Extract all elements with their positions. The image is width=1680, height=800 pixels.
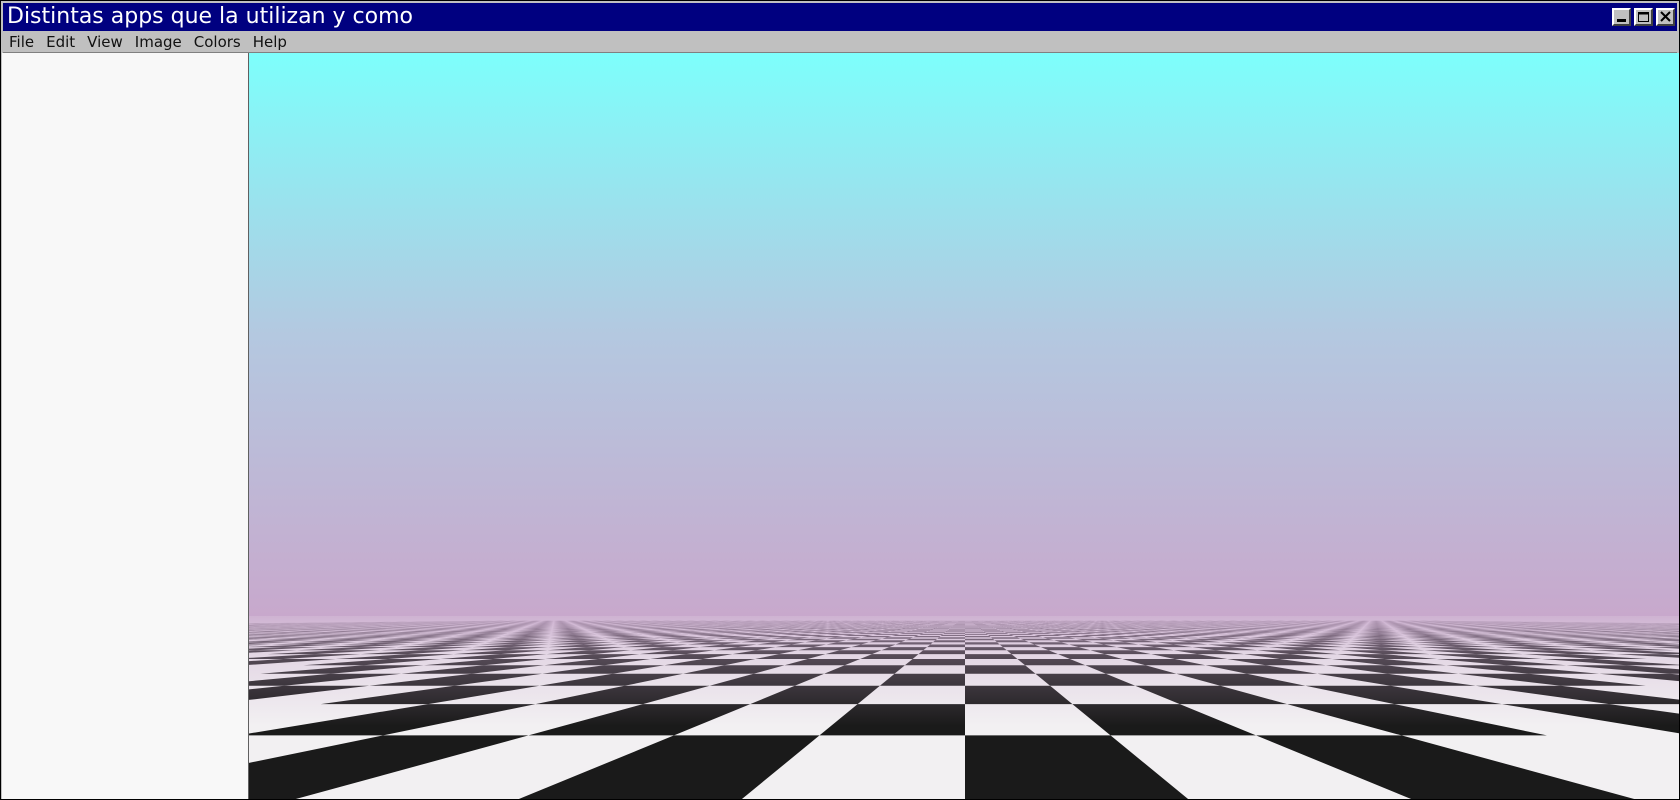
- tool-sidebar: [2, 53, 249, 799]
- minimize-button[interactable]: [1612, 8, 1631, 26]
- menu-help[interactable]: Help: [247, 32, 293, 52]
- menu-view[interactable]: View: [81, 32, 129, 52]
- window-title: Distintas apps que la utilizan y como: [7, 4, 413, 29]
- window-controls: [1612, 8, 1677, 26]
- menu-image[interactable]: Image: [129, 32, 188, 52]
- app-window: Distintas apps que la utilizan y como Fi…: [0, 0, 1680, 800]
- close-icon: [1660, 11, 1671, 22]
- close-button[interactable]: [1656, 8, 1675, 26]
- image-canvas[interactable]: [249, 53, 1679, 799]
- menu-file[interactable]: File: [3, 32, 40, 52]
- maximize-button[interactable]: [1634, 8, 1653, 26]
- maximize-icon: [1638, 12, 1649, 22]
- title-bar[interactable]: Distintas apps que la utilizan y como: [3, 3, 1677, 31]
- horizon-fade: [249, 616, 1679, 726]
- menu-colors[interactable]: Colors: [188, 32, 247, 52]
- menu-bar: File Edit View Image Colors Help: [3, 32, 1677, 53]
- sky-gradient: [249, 53, 1679, 618]
- minimize-icon: [1617, 19, 1626, 22]
- vaporwave-scene-image: [249, 53, 1679, 799]
- menu-edit[interactable]: Edit: [40, 32, 81, 52]
